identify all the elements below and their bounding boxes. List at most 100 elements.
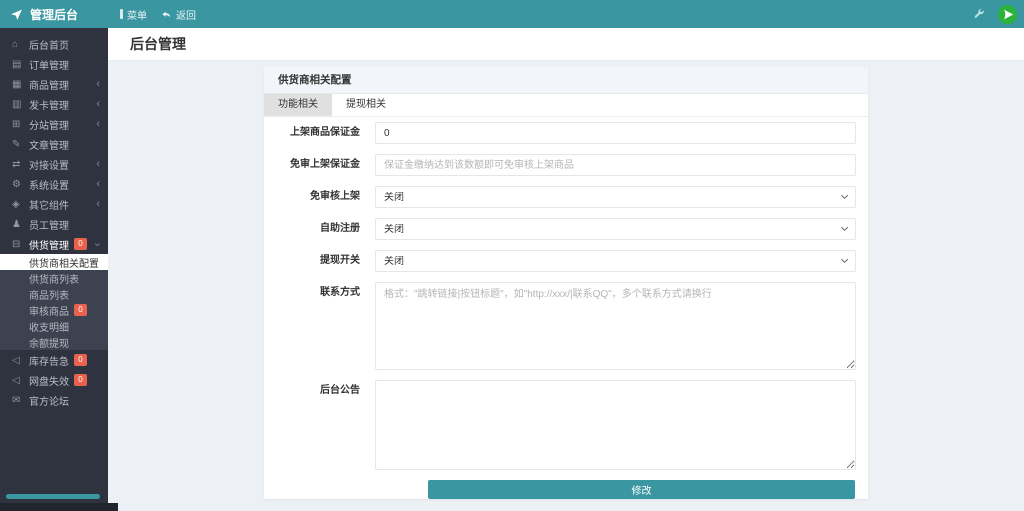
brand-logo[interactable]: 管理后台 [0,0,108,28]
contact-textarea[interactable] [375,282,856,370]
sidebar-scrollbar-thumb[interactable] [6,494,100,499]
sidebar-item-cards[interactable]: ▥ 发卡管理 ‹ [0,94,108,114]
gear-icon: ⚙ [12,179,29,190]
menu-link[interactable]: 菜单 [120,7,147,22]
self-register-select[interactable]: 关闭 [375,218,856,240]
orders-icon: ▤ [12,59,29,70]
topbar-right [973,4,1024,25]
supplier-config-card: 供货商相关配置 功能相关 提现相关 上架商品保证金 免审上架保证金 [264,67,868,499]
free-deposit-control [375,154,856,176]
card-title: 供货商相关配置 [264,67,868,94]
back-link[interactable]: 返回 [161,7,196,22]
sidebar-item-goods[interactable]: ▦ 商品管理 ‹ [0,74,108,94]
notice-control [375,380,856,470]
submenu-item-goods-list[interactable]: 商品列表 [0,286,108,302]
sidebar-item-label: 网盘失效 [29,373,69,388]
sidebar-item-substation[interactable]: ⊞ 分站管理 ‹ [0,114,108,134]
supplier-config-form: 上架商品保证金 免审上架保证金 免审核上架 关闭 [264,117,868,499]
submit-row: 修改 [428,480,856,499]
free-deposit-label: 免审上架保证金 [264,154,360,176]
main-area: 后台管理 供货商相关配置 功能相关 提现相关 上架商品保证金 免审上架保证金 [108,28,1024,511]
wrench-icon[interactable] [973,8,985,20]
sidebar-item-netdisk-invalid[interactable]: ◁ 网盘失效 0 [0,370,108,390]
sidebar-item-stock-alert[interactable]: ◁ 库存告急 0 [0,350,108,370]
form-row: 联系方式 [264,282,856,370]
staff-icon: ♟ [12,219,29,230]
sidebar-item-integration[interactable]: ⇄ 对接设置 ‹ [0,154,108,174]
sidebar-item-orders[interactable]: ▤ 订单管理 [0,54,108,74]
submenu-item-supplier-list[interactable]: 供货商列表 [0,270,108,286]
withdraw-switch-select[interactable]: 关闭 [375,250,856,272]
sidebar-item-label: 员工管理 [29,217,69,232]
deposit-input[interactable] [375,122,856,144]
form-row: 提现开关 关闭 [264,250,856,272]
submenu-item-label: 供货商相关配置 [29,255,99,270]
submenu-item-balance-withdraw[interactable]: 余额提现 [0,334,108,350]
sidebar-item-label: 供货管理 [29,237,69,252]
submenu-item-label: 审核商品 [29,303,69,318]
browser-play-icon[interactable] [997,4,1018,25]
sidebar-item-system-settings[interactable]: ⚙ 系统设置 ‹ [0,174,108,194]
contact-control [375,282,856,370]
free-audit-control: 关闭 [375,186,856,208]
notice-label: 后台公告 [264,380,360,470]
save-button[interactable]: 修改 [428,480,855,499]
page-title: 后台管理 [130,34,186,54]
card-tabs: 功能相关 提现相关 [264,94,868,117]
reply-arrow-icon [161,9,172,20]
sidebar-item-supply[interactable]: ⊟ 供货管理 0 ‹ [0,234,108,254]
submenu-item-supplier-config[interactable]: 供货商相关配置 [0,254,108,270]
submenu-item-income-detail[interactable]: 收支明细 [0,318,108,334]
sidebar-item-label: 商品管理 [29,77,69,92]
chevron-left-icon: ‹ [96,99,100,110]
supply-icon: ⊟ [12,239,29,250]
substation-icon: ⊞ [12,119,29,130]
sidebar-item-label: 其它组件 [29,197,69,212]
self-register-control: 关闭 [375,218,856,240]
page-header: 后台管理 [108,28,1024,61]
sidebar-item-label: 后台首页 [29,37,69,52]
notice-textarea[interactable] [375,380,856,470]
content-area: 供货商相关配置 功能相关 提现相关 上架商品保证金 免审上架保证金 [108,61,1024,511]
brand-title: 管理后台 [30,6,78,23]
sidebar-item-home[interactable]: ⌂ 后台首页 [0,34,108,54]
cards-icon: ▥ [12,99,29,110]
chevron-left-icon: ‹ [96,79,100,90]
self-register-label: 自助注册 [264,218,360,240]
form-row: 自助注册 关闭 [264,218,856,240]
home-icon: ⌂ [12,39,29,50]
sidebar-nav: ⌂ 后台首页 ▤ 订单管理 ▦ 商品管理 ‹ ▥ 发卡管理 ‹ ⊞ 分站管理 ‹… [0,28,108,410]
bottom-scrollbar-track [0,503,118,511]
sidebar-item-components[interactable]: ◈ 其它组件 ‹ [0,194,108,214]
submenu-item-label: 收支明细 [29,319,69,334]
forum-icon: ✉ [12,395,29,406]
form-row: 免审上架保证金 [264,154,856,176]
sidebar-item-label: 文章管理 [29,137,69,152]
articles-icon: ✎ [12,139,29,150]
form-row: 上架商品保证金 [264,122,856,144]
sidebar-item-label: 发卡管理 [29,97,69,112]
components-icon: ◈ [12,199,29,210]
sidebar-item-articles[interactable]: ✎ 文章管理 [0,134,108,154]
sidebar-item-label: 系统设置 [29,177,69,192]
goods-icon: ▦ [12,79,29,90]
sidebar-item-staff[interactable]: ♟ 员工管理 [0,214,108,234]
free-audit-select[interactable]: 关闭 [375,186,856,208]
alert-icon: ◁ [12,375,29,386]
menu-link-label: 菜单 [127,7,147,22]
withdraw-switch-control: 关闭 [375,250,856,272]
withdraw-switch-label: 提现开关 [264,250,360,272]
submenu-item-label: 供货商列表 [29,271,79,286]
submenu-item-audit-goods[interactable]: 审核商品 0 [0,302,108,318]
topbar-links: 菜单 返回 [108,7,196,22]
free-deposit-input[interactable] [375,154,856,176]
sidebar-item-official-forum[interactable]: ✉ 官方论坛 [0,390,108,410]
tab-withdraw-related[interactable]: 提现相关 [332,94,400,116]
sidebar-item-label: 库存告急 [29,353,69,368]
status-badge: 0 [74,354,87,366]
chevron-left-icon: ‹ [96,179,100,190]
submenu-item-label: 余额提现 [29,335,69,350]
sidebar-item-label: 分站管理 [29,117,69,132]
tab-function-related[interactable]: 功能相关 [264,94,332,116]
form-row: 后台公告 [264,380,856,470]
